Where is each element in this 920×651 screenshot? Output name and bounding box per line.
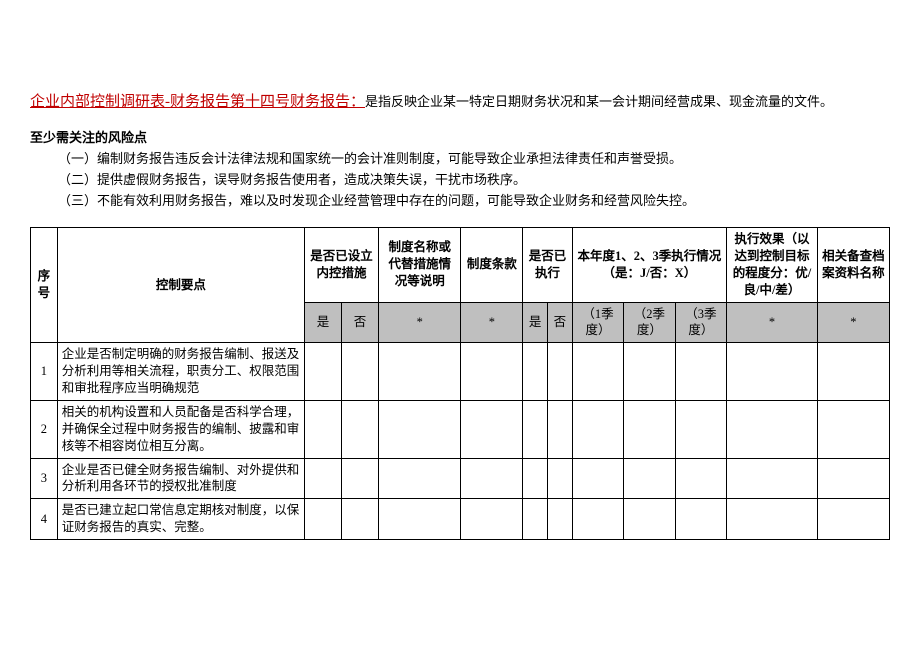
cell-blank (547, 458, 572, 499)
th-docs: 相关备查档案资料名称 (817, 228, 889, 303)
risk-heading: 至少需关注的风险点 (30, 127, 890, 146)
risk-item: （二）提供虚假财务报告，误导财务报告使用者，造成决策失误，干扰市场秩序。 (58, 169, 890, 188)
cell-blank (727, 458, 818, 499)
risk-item: （一）编制财务报告违反会计法律法规和国家统一的会计准则制度，可能导致企业承担法律… (58, 148, 890, 167)
cell-index: 1 (31, 343, 58, 401)
risk-item: （三）不能有效利用财务报告，难以及时发现企业经营管理中存在的问题，可能导致企业财… (58, 190, 890, 209)
cell-blank (547, 343, 572, 401)
document-title: 企业内部控制调研表-财务报告第十四号财务报告：是指反映企业某一特定日期财务状况和… (30, 90, 890, 111)
cell-blank (817, 458, 889, 499)
sub-q3: （3季度） (675, 302, 726, 343)
th-index: 序号 (31, 228, 58, 343)
cell-control-point: 企业是否已健全财务报告编制、对外提供和分析利用各环节的授权批准制度 (57, 458, 304, 499)
cell-blank (624, 343, 675, 401)
cell-blank (572, 458, 623, 499)
th-quarters: 本年度1、2、3季执行情况（是：J/否：X） (572, 228, 726, 303)
cell-blank (523, 458, 548, 499)
table-row: 1 企业是否制定明确的财务报告编制、报送及分析利用等相关流程，职责分工、权限范围… (31, 343, 890, 401)
cell-index: 4 (31, 499, 58, 540)
cell-control-point: 相关的机构设置和人员配备是否科学合理，并确保全过程中财务报告的编制、披露和审核等… (57, 400, 304, 458)
th-effect: 执行效果（以达到控制目标的程度分：优/良/中/差） (727, 228, 818, 303)
cell-blank (304, 458, 341, 499)
table-row: 2 相关的机构设置和人员配备是否科学合理，并确保全过程中财务报告的编制、披露和审… (31, 400, 890, 458)
cell-index: 2 (31, 400, 58, 458)
cell-blank (624, 499, 675, 540)
cell-blank (523, 499, 548, 540)
cell-blank (342, 400, 379, 458)
cell-blank (727, 499, 818, 540)
control-table: 序号 控制要点 是否已设立内控措施 制度名称或代替措施情况等说明 制度条款 是否… (30, 227, 890, 540)
cell-blank (675, 499, 726, 540)
th-executed: 是否已执行 (523, 228, 572, 303)
cell-blank (342, 458, 379, 499)
sub-q2: （2季度） (624, 302, 675, 343)
cell-blank (624, 458, 675, 499)
cell-index: 3 (31, 458, 58, 499)
sub-exec-yes: 是 (523, 302, 548, 343)
sub-exec-no: 否 (547, 302, 572, 343)
header-row: 序号 控制要点 是否已设立内控措施 制度名称或代替措施情况等说明 制度条款 是否… (31, 228, 890, 303)
th-internal-control: 是否已设立内控措施 (304, 228, 378, 303)
cell-blank (624, 400, 675, 458)
cell-blank (572, 400, 623, 458)
sub-star: * (379, 302, 461, 343)
cell-blank (379, 458, 461, 499)
cell-blank (675, 400, 726, 458)
sub-star: * (817, 302, 889, 343)
table-row: 4 是否已建立起口常信息定期核对制度，以保证财务报告的真实、完整。 (31, 499, 890, 540)
cell-blank (547, 400, 572, 458)
cell-blank (379, 343, 461, 401)
cell-control-point: 是否已建立起口常信息定期核对制度，以保证财务报告的真实、完整。 (57, 499, 304, 540)
cell-blank (304, 343, 341, 401)
cell-blank (727, 400, 818, 458)
cell-blank (572, 343, 623, 401)
cell-blank (572, 499, 623, 540)
cell-blank (675, 458, 726, 499)
sub-no: 否 (342, 302, 379, 343)
cell-blank (523, 400, 548, 458)
th-clause: 制度条款 (461, 228, 523, 303)
cell-blank (304, 400, 341, 458)
cell-blank (817, 400, 889, 458)
cell-blank (342, 499, 379, 540)
cell-blank (817, 499, 889, 540)
cell-blank (817, 343, 889, 401)
cell-blank (379, 499, 461, 540)
cell-blank (461, 400, 523, 458)
sub-yes: 是 (304, 302, 341, 343)
cell-blank (304, 499, 341, 540)
th-system-name: 制度名称或代替措施情况等说明 (379, 228, 461, 303)
sub-star: * (727, 302, 818, 343)
th-control-point: 控制要点 (57, 228, 304, 343)
cell-blank (342, 343, 379, 401)
cell-blank (547, 499, 572, 540)
table-row: 3 企业是否已健全财务报告编制、对外提供和分析利用各环节的授权批准制度 (31, 458, 890, 499)
cell-blank (461, 499, 523, 540)
cell-blank (675, 343, 726, 401)
title-main: 企业内部控制调研表-财务报告第十四号财务报告： (30, 94, 365, 110)
cell-blank (461, 458, 523, 499)
title-description: 是指反映企业某一特定日期财务状况和某一会计期间经营成果、现金流量的文件。 (365, 94, 833, 109)
cell-blank (523, 343, 548, 401)
cell-blank (727, 343, 818, 401)
sub-star: * (461, 302, 523, 343)
cell-control-point: 企业是否制定明确的财务报告编制、报送及分析利用等相关流程，职责分工、权限范围和审… (57, 343, 304, 401)
risk-list: （一）编制财务报告违反会计法律法规和国家统一的会计准则制度，可能导致企业承担法律… (58, 148, 890, 209)
sub-q1: （1季度） (572, 302, 623, 343)
cell-blank (461, 343, 523, 401)
cell-blank (379, 400, 461, 458)
